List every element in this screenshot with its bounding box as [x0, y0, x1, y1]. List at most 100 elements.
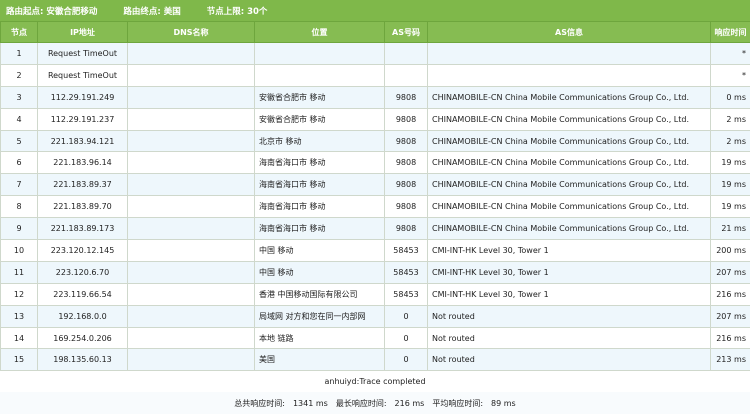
- table-row: 12 223.119.66.54 香港 中国移动国际有限公司 58453 CMI-INT…: [0, 282, 750, 306]
- hop-cell: 5: [0, 129, 38, 153]
- hop-cell: 6: [0, 151, 38, 175]
- dns-cell: [127, 348, 255, 372]
- asinfo-cell: [427, 63, 711, 87]
- avg-time-value: 89 ms: [491, 398, 516, 408]
- table-header-row: 节点 IP地址 DNS名称 位置 AS号码 AS信息 响应时间: [0, 21, 750, 43]
- table-row: 9 221.183.89.173 海南省海口市 移动 9808 CHINAMOBILE-…: [0, 217, 750, 241]
- location-cell: 局域网 对方和您在同一内部网: [254, 304, 385, 328]
- dns-cell: [127, 304, 255, 328]
- asn-cell: [384, 42, 428, 65]
- col-ip: IP地址: [37, 21, 128, 43]
- asn-cell: 9808: [384, 217, 428, 241]
- hop-limit: 节点上限: 30个: [206, 6, 268, 17]
- max-time-value: 216 ms: [394, 398, 425, 408]
- dns-cell: [127, 151, 255, 175]
- col-dns: DNS名称: [127, 21, 255, 43]
- traceroute-table: 节点 IP地址 DNS名称 位置 AS号码 AS信息 响应时间 1 Request…: [0, 21, 750, 372]
- asinfo-cell: CHINAMOBILE-CN China Mobile Communicatio…: [427, 195, 711, 219]
- location-cell: 中国 移动: [254, 260, 385, 284]
- location-cell: 海南省海口市 移动: [254, 151, 385, 175]
- time-cell: 207 ms: [710, 304, 750, 328]
- location-cell: 香港 中国移动国际有限公司: [254, 282, 385, 306]
- hop-cell: 9: [0, 217, 38, 241]
- table-row: 3 112.29.191.249 安徽省合肥市 移动 9808 CHINAMOBILE-…: [0, 85, 750, 109]
- asinfo-cell: CMI-INT-HK Level 30, Tower 1: [427, 282, 711, 306]
- time-cell: 2 ms: [710, 107, 750, 131]
- ip-cell: 112.29.191.249: [37, 85, 128, 109]
- location-cell: 安徽省合肥市 移动: [254, 85, 385, 109]
- asinfo-cell: [427, 42, 711, 65]
- table-row: 4 112.29.191.237 安徽省合肥市 移动 9808 CHINAMOBILE-…: [0, 107, 750, 131]
- ip-cell: 198.135.60.13: [37, 348, 128, 372]
- hop-cell: 3: [0, 85, 38, 109]
- asn-cell: 9808: [384, 195, 428, 219]
- hop-cell: 1: [0, 42, 38, 65]
- location-cell: 海南省海口市 移动: [254, 217, 385, 241]
- summary-bar: 总共响应时间: 1341 ms 最长响应时间: 216 ms 平均响应时间: 8…: [0, 392, 750, 414]
- ip-cell: 223.120.6.70: [37, 260, 128, 284]
- hop-cell: 15: [0, 348, 38, 372]
- table-row: 11 223.120.6.70 中国 移动 58453 CMI-INT-HK Level…: [0, 260, 750, 284]
- time-cell: 19 ms: [710, 151, 750, 175]
- table-row: 8 221.183.89.70 海南省海口市 移动 9808 CHINAMOBILE-C…: [0, 195, 750, 219]
- ip-cell: 169.254.0.206: [37, 326, 128, 350]
- dns-cell: [127, 107, 255, 131]
- asn-cell: 58453: [384, 282, 428, 306]
- asn-cell: 9808: [384, 173, 428, 197]
- ip-cell: Request TimeOut: [37, 63, 128, 87]
- ip-cell: 192.168.0.0: [37, 304, 128, 328]
- avg-time-label: 平均响应时间:: [432, 398, 484, 408]
- dns-cell: [127, 326, 255, 350]
- dns-cell: [127, 85, 255, 109]
- time-cell: *: [710, 42, 750, 65]
- dns-cell: [127, 195, 255, 219]
- time-cell: *: [710, 63, 750, 87]
- hop-cell: 11: [0, 260, 38, 284]
- asinfo-cell: CHINAMOBILE-CN China Mobile Communicatio…: [427, 107, 711, 131]
- time-cell: 207 ms: [710, 260, 750, 284]
- col-time: 响应时间: [710, 21, 750, 43]
- asn-cell: 0: [384, 348, 428, 372]
- hop-cell: 14: [0, 326, 38, 350]
- dns-cell: [127, 42, 255, 65]
- location-cell: [254, 63, 385, 87]
- col-asn: AS号码: [384, 21, 428, 43]
- dns-cell: [127, 173, 255, 197]
- time-cell: 21 ms: [710, 217, 750, 241]
- table-row: 14 169.254.0.206 本地 链路 0 Not routed 216 ms: [0, 326, 750, 350]
- asn-cell: [384, 63, 428, 87]
- time-cell: 216 ms: [710, 282, 750, 306]
- hop-cell: 2: [0, 63, 38, 87]
- total-time-label: 总共响应时间:: [234, 398, 285, 408]
- max-time-label: 最长响应时间:: [335, 398, 387, 408]
- hop-cell: 8: [0, 195, 38, 219]
- time-cell: 216 ms: [710, 326, 750, 350]
- total-time-value: 1341 ms: [292, 398, 328, 408]
- time-cell: 213 ms: [710, 348, 750, 372]
- location-cell: 安徽省合肥市 移动: [254, 107, 385, 131]
- dns-cell: [127, 239, 255, 262]
- asinfo-cell: CHINAMOBILE-CN China Mobile Communicatio…: [427, 129, 711, 153]
- asinfo-cell: CMI-INT-HK Level 30, Tower 1: [427, 260, 711, 284]
- time-cell: 2 ms: [710, 129, 750, 153]
- asinfo-cell: CHINAMOBILE-CN China Mobile Communicatio…: [427, 151, 711, 175]
- time-cell: 19 ms: [710, 195, 750, 219]
- location-cell: 本地 链路: [254, 326, 385, 350]
- asinfo-cell: CHINAMOBILE-CN China Mobile Communicatio…: [427, 173, 711, 197]
- asn-cell: 9808: [384, 85, 428, 109]
- table-row: 15 198.135.60.13 美国 0 Not routed 213 ms: [0, 348, 750, 372]
- location-cell: [254, 42, 385, 65]
- ip-cell: 223.119.66.54: [37, 282, 128, 306]
- location-cell: 北京市 移动: [254, 129, 385, 153]
- location-cell: 中国 移动: [254, 239, 385, 262]
- ip-cell: Request TimeOut: [37, 42, 128, 65]
- ip-cell: 223.120.12.145: [37, 239, 128, 262]
- ip-cell: 221.183.96.14: [37, 151, 128, 175]
- route-info-bar: 路由起点: 安徽合肥移动 路由终点: 美国 节点上限: 30个: [0, 0, 750, 21]
- col-location: 位置: [254, 21, 385, 43]
- table-row: 2 Request TimeOut *: [0, 63, 750, 87]
- asinfo-cell: CMI-INT-HK Level 30, Tower 1: [427, 239, 711, 262]
- dns-cell: [127, 282, 255, 306]
- asinfo-cell: CHINAMOBILE-CN China Mobile Communicatio…: [427, 217, 711, 241]
- dns-cell: [127, 129, 255, 153]
